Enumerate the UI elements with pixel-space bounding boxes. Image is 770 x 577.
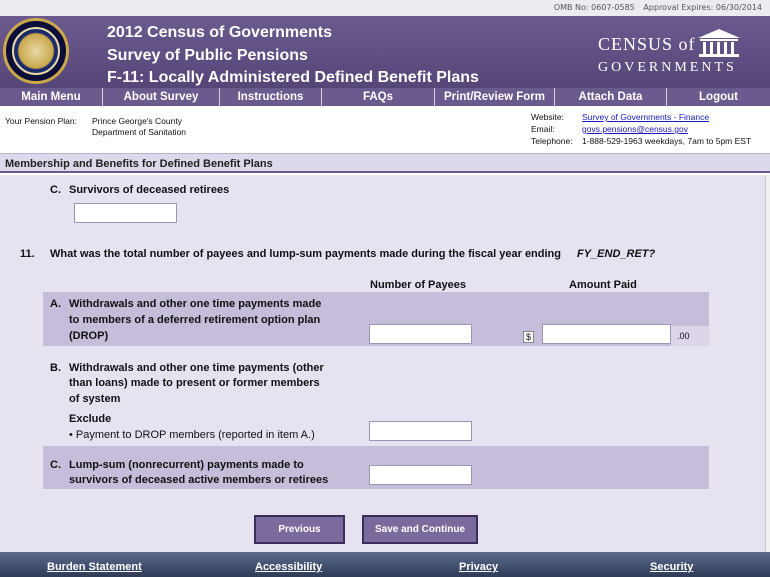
website-label: Website: bbox=[531, 112, 564, 122]
row-a-letter: A. bbox=[50, 298, 61, 310]
row-a-payees-input[interactable] bbox=[369, 324, 472, 344]
telephone-value: 1-888-529-1963 weekdays, 7am to 5pm EST bbox=[582, 136, 752, 146]
footer-burden-statement[interactable]: Burden Statement bbox=[47, 561, 142, 573]
row-b-line1: Withdrawals and other one time payments … bbox=[69, 362, 324, 374]
page-scrollbar[interactable] bbox=[765, 175, 770, 552]
item-c-prev-label: Survivors of deceased retirees bbox=[69, 184, 230, 196]
header-title-form: F-11: Locally Administered Defined Benef… bbox=[107, 69, 479, 86]
approval-expires: Approval Expires: 06/30/2014 bbox=[643, 3, 762, 12]
logo-line-census: CENSUS of bbox=[598, 34, 696, 54]
row-c-payees-input[interactable] bbox=[369, 465, 472, 485]
telephone-label: Telephone: bbox=[531, 136, 573, 146]
row-b-line3: of system bbox=[69, 393, 121, 405]
header-title-year: 2012 Census of Governments bbox=[107, 24, 332, 41]
pension-plan-county: Prince George's County bbox=[92, 116, 182, 126]
row-c-line2: survivors of deceased active members or … bbox=[69, 474, 329, 486]
question-11-number: 11. bbox=[20, 248, 35, 260]
section-header: Membership and Benefits for Defined Bene… bbox=[0, 153, 770, 173]
logo-line-governments: GOVERNMENTS bbox=[598, 60, 737, 75]
column-header-amount: Amount Paid bbox=[569, 279, 637, 291]
row-b-payees-input[interactable] bbox=[369, 421, 472, 441]
omb-bar: OMB No: 0607-0585 Approval Expires: 06/3… bbox=[0, 0, 770, 16]
row-a-cents: .00 bbox=[671, 326, 709, 346]
row-c-letter: C. bbox=[50, 459, 61, 471]
nav-attach-data[interactable]: Attach Data bbox=[554, 88, 666, 106]
footer-security[interactable]: Security bbox=[650, 561, 693, 573]
department-of-commerce-seal-icon bbox=[3, 18, 69, 84]
row-a-line2: to members of a deferred retirement opti… bbox=[69, 314, 321, 326]
row-b-line2: than loans) made to present or former me… bbox=[69, 377, 320, 389]
question-11-variable: FY_END_RET? bbox=[577, 248, 656, 260]
save-and-continue-button[interactable]: Save and Continue bbox=[362, 515, 478, 544]
row-b-exclude-bullet: • Payment to DROP members (reported in i… bbox=[69, 429, 315, 441]
item-c-prev-letter: C. bbox=[50, 184, 61, 196]
website-link[interactable]: Survey of Governments - Finance bbox=[582, 112, 709, 122]
question-11-text: What was the total number of payees and … bbox=[50, 248, 561, 260]
row-a-dollar-sign: $ bbox=[523, 331, 534, 343]
main-nav: Main Menu About Survey Instructions FAQs… bbox=[0, 88, 770, 106]
omb-number: OMB No: 0607-0585 bbox=[553, 3, 635, 12]
email-label: Email: bbox=[531, 124, 555, 134]
pillars-icon bbox=[698, 29, 740, 57]
footer-accessibility[interactable]: Accessibility bbox=[255, 561, 322, 573]
nav-instructions[interactable]: Instructions bbox=[219, 88, 321, 106]
row-b-letter: B. bbox=[50, 362, 61, 374]
row-c-line1: Lump-sum (nonrecurrent) payments made to bbox=[69, 459, 304, 471]
nav-logout[interactable]: Logout bbox=[666, 88, 770, 106]
header-title-survey: Survey of Public Pensions bbox=[107, 47, 308, 64]
survivors-deceased-retirees-input[interactable] bbox=[74, 203, 177, 223]
pension-plan-department: Department of Sanitation bbox=[92, 127, 187, 137]
nav-print-review-form[interactable]: Print/Review Form bbox=[434, 88, 554, 106]
nav-main-menu[interactable]: Main Menu bbox=[0, 88, 102, 106]
census-of-governments-logo: CENSUS of GOVERNMENTS bbox=[598, 28, 748, 78]
plan-info-bar: Your Pension Plan: Prince George's Count… bbox=[0, 106, 770, 150]
row-a-line3: (DROP) bbox=[69, 330, 109, 342]
nav-about-survey[interactable]: About Survey bbox=[102, 88, 219, 106]
row-a-amount-input[interactable] bbox=[542, 324, 671, 344]
email-link[interactable]: govs.pensions@census.gov bbox=[582, 124, 688, 134]
row-a-line1: Withdrawals and other one time payments … bbox=[69, 298, 322, 310]
footer-bar: Burden Statement Accessibility Privacy S… bbox=[0, 552, 770, 577]
column-header-payees: Number of Payees bbox=[370, 279, 466, 291]
nav-faqs[interactable]: FAQs bbox=[321, 88, 434, 106]
header-banner: 2012 Census of Governments Survey of Pub… bbox=[0, 16, 770, 88]
pension-plan-label: Your Pension Plan: bbox=[5, 116, 77, 126]
footer-privacy[interactable]: Privacy bbox=[459, 561, 498, 573]
previous-button[interactable]: Previous bbox=[254, 515, 345, 544]
row-b-exclude-label: Exclude bbox=[69, 413, 112, 425]
